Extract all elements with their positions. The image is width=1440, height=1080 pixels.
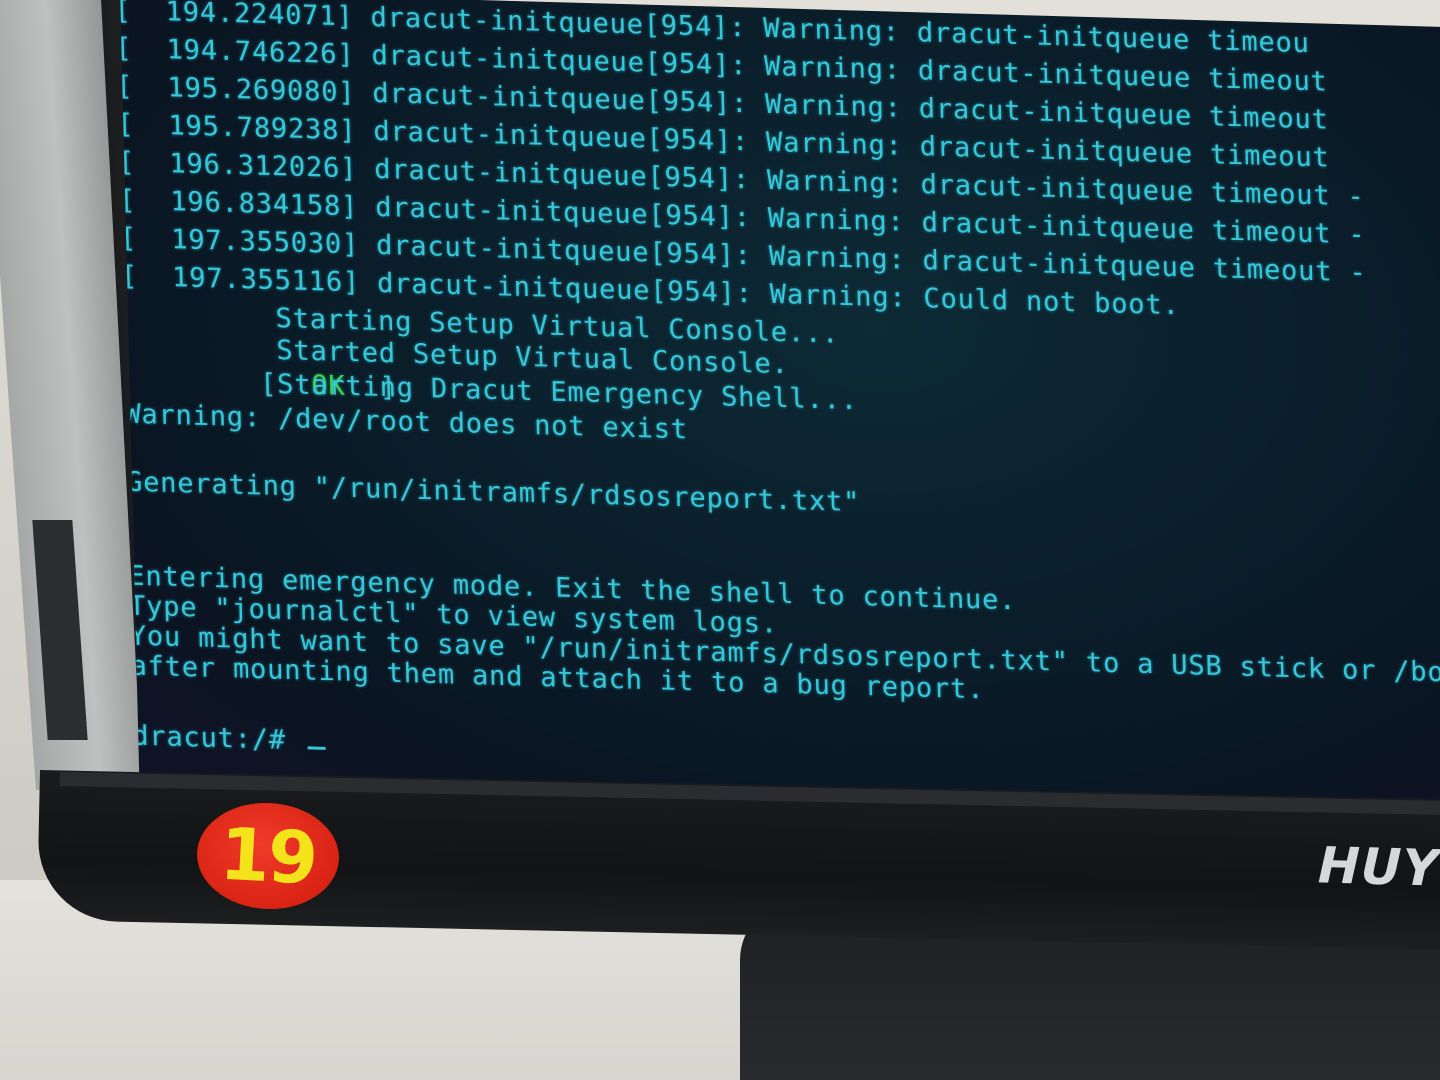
text-cursor [307, 746, 326, 750]
photo-scene: [ 194.224071] dracut-initqueue[954]: War… [0, 0, 1440, 1080]
terminal-output: [ 194.224071] dracut-initqueue[954]: War… [120, 0, 1440, 818]
prompt-text: dracut:/# [131, 720, 304, 757]
sticker-number: 19 [217, 811, 319, 901]
monitor-screen: [ 194.224071] dracut-initqueue[954]: War… [120, 0, 1440, 818]
brand-logo: HUY [1317, 836, 1440, 898]
report-line: Generating "/run/initramfs/rdsosreport.t… [125, 466, 861, 519]
shell-prompt[interactable]: dracut:/# [132, 720, 326, 759]
